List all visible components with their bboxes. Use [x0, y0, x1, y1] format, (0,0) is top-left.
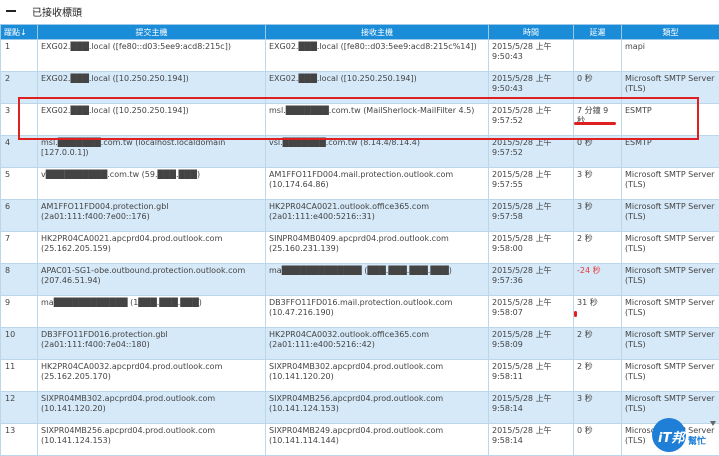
annotation-underline	[574, 122, 616, 125]
submitting-host-cell: AM1FFO11FD004.protection.gbl (2a01:111:f…	[38, 200, 266, 232]
time-cell: 2015/5/28 上午 9:50:43	[489, 40, 574, 72]
receiving-host-cell: HK2PR04CA0032.outlook.office365.com (2a0…	[266, 328, 489, 360]
submitting-host-cell: EXG02.███.local ([fe80::d03:5ee9:acd8:21…	[38, 40, 266, 72]
submitting-host-cell: DB3FFO11FD016.protection.gbl (2a01:111:f…	[38, 328, 266, 360]
table-row[interactable]: 9ma████████████ (1███.███.███)DB3FFO11FD…	[1, 296, 719, 328]
receiving-host-cell: HK2PR04CA0021.outlook.office365.com (2a0…	[266, 200, 489, 232]
type-cell: Microsoft SMTP Server (TLS)	[622, 200, 719, 232]
watermark-sub-text: 幫忙	[688, 434, 706, 447]
time-cell: 2015/5/28 上午 9:58:09	[489, 328, 574, 360]
delay-cell: 2 秒	[574, 360, 622, 392]
submitting-host-cell: HK2PR04CA0021.apcprd04.prod.outlook.com …	[38, 232, 266, 264]
hop-cell: 6	[1, 200, 38, 232]
time-cell: 2015/5/28 上午 9:58:11	[489, 360, 574, 392]
table-row[interactable]: 12SIXPR04MB302.apcprd04.prod.outlook.com…	[1, 392, 719, 424]
submitting-host-cell: HK2PR04CA0032.apcprd04.prod.outlook.com …	[38, 360, 266, 392]
time-cell: 2015/5/28 上午 9:57:55	[489, 168, 574, 200]
delay-cell: 0 秒	[574, 136, 622, 168]
column-header-hop[interactable]: 躍點↓	[1, 25, 38, 40]
hop-cell: 4	[1, 136, 38, 168]
delay-cell: 31 秒	[574, 296, 622, 328]
time-cell: 2015/5/28 上午 9:58:14	[489, 392, 574, 424]
submitting-host-cell: SIXPR04MB302.apcprd04.prod.outlook.com (…	[38, 392, 266, 424]
hop-cell: 7	[1, 232, 38, 264]
section-title: 已接收標頭	[32, 4, 82, 19]
delay-cell	[574, 40, 622, 72]
table-row[interactable]: 1EXG02.███.local ([fe80::d03:5ee9:acd8:2…	[1, 40, 719, 72]
submitting-host-cell: msl.███████.com.tw (localhost.localdomai…	[38, 136, 266, 168]
time-cell: 2015/5/28 上午 9:58:07	[489, 296, 574, 328]
hop-cell: 9	[1, 296, 38, 328]
hop-cell: 5	[1, 168, 38, 200]
submitting-host-cell: APAC01-SG1-obe.outbound.protection.outlo…	[38, 264, 266, 296]
receiving-host-cell: SINPR04MB0409.apcprd04.prod.outlook.com …	[266, 232, 489, 264]
hop-cell: 11	[1, 360, 38, 392]
receiving-host-cell: SIXPR04MB256.apcprd04.prod.outlook.com (…	[266, 392, 489, 424]
annotation-highlight-box	[18, 97, 699, 140]
delay-cell: 0 秒	[574, 424, 622, 456]
receiving-host-cell: ma█████████████ (███.███.███.███)	[266, 264, 489, 296]
table-row[interactable]: 4msl.███████.com.tw (localhost.localdoma…	[1, 136, 719, 168]
hop-cell: 8	[1, 264, 38, 296]
column-header-delay[interactable]: 延遲	[574, 25, 622, 40]
watermark-logo-text: iT邦	[658, 427, 684, 446]
table-row[interactable]: 11HK2PR04CA0032.apcprd04.prod.outlook.co…	[1, 360, 719, 392]
table-header-row: 躍點↓ 提交主機 接收主機 時間 延遲 類型	[1, 25, 719, 40]
receiving-host-cell: DB3FFO11FD016.mail.protection.outlook.co…	[266, 296, 489, 328]
receiving-host-cell: SIXPR04MB249.apcprd04.prod.outlook.com (…	[266, 424, 489, 456]
table-row[interactable]: 10DB3FFO11FD016.protection.gbl (2a01:111…	[1, 328, 719, 360]
receiving-host-cell: vsl.███████.com.tw (8.14.4/8.14.4)	[266, 136, 489, 168]
received-headers-table: 躍點↓ 提交主機 接收主機 時間 延遲 類型 1EXG02.███.local …	[0, 24, 719, 456]
collapse-minus-icon[interactable]	[6, 10, 20, 12]
watermark-logo: iT邦 幫忙	[652, 418, 718, 452]
delay-cell: 3 秒	[574, 168, 622, 200]
delay-cell: 3 秒	[574, 392, 622, 424]
hop-cell: 10	[1, 328, 38, 360]
hop-cell: 13	[1, 424, 38, 456]
type-cell: ESMTP	[622, 136, 719, 168]
receiving-host-cell: AM1FFO11FD004.mail.protection.outlook.co…	[266, 168, 489, 200]
submitting-host-cell: SIXPR04MB256.apcprd04.prod.outlook.com (…	[38, 424, 266, 456]
type-cell: Microsoft SMTP Server (TLS)	[622, 328, 719, 360]
time-cell: 2015/5/28 上午 9:57:36	[489, 264, 574, 296]
table-row[interactable]: 5v██████████.com.tw (59.███.███)AM1FFO11…	[1, 168, 719, 200]
table-row[interactable]: 13SIXPR04MB256.apcprd04.prod.outlook.com…	[1, 424, 719, 456]
table-row[interactable]: 6AM1FFO11FD004.protection.gbl (2a01:111:…	[1, 200, 719, 232]
time-cell: 2015/5/28 上午 9:58:00	[489, 232, 574, 264]
receiving-host-cell: EXG02.███.local ([fe80::d03:5ee9:acd8:21…	[266, 40, 489, 72]
hop-cell: 1	[1, 40, 38, 72]
delay-cell: 2 秒	[574, 328, 622, 360]
delay-cell: 2 秒	[574, 232, 622, 264]
column-header-submitting-host[interactable]: 提交主機	[38, 25, 266, 40]
submitting-host-cell: ma████████████ (1███.███.███)	[38, 296, 266, 328]
delay-cell: -24 秒	[574, 264, 622, 296]
column-header-time[interactable]: 時間	[489, 25, 574, 40]
table-row[interactable]: 8APAC01-SG1-obe.outbound.protection.outl…	[1, 264, 719, 296]
column-header-receiving-host[interactable]: 接收主機	[266, 25, 489, 40]
time-cell: 2015/5/28 上午 9:58:14	[489, 424, 574, 456]
column-header-type[interactable]: 類型	[622, 25, 719, 40]
type-cell: Microsoft SMTP Server (TLS)	[622, 360, 719, 392]
type-cell: Microsoft SMTP Server (TLS)	[622, 232, 719, 264]
delay-cell: 3 秒	[574, 200, 622, 232]
type-cell: Microsoft SMTP Server (TLS)	[622, 168, 719, 200]
time-cell: 2015/5/28 上午 9:57:58	[489, 200, 574, 232]
submitting-host-cell: v██████████.com.tw (59.███.███)	[38, 168, 266, 200]
type-cell: Microsoft SMTP Server (TLS)	[622, 264, 719, 296]
type-cell: Microsoft SMTP Server (TLS)	[622, 296, 719, 328]
time-cell: 2015/5/28 上午 9:57:52	[489, 136, 574, 168]
hop-cell: 12	[1, 392, 38, 424]
receiving-host-cell: SIXPR04MB302.apcprd04.prod.outlook.com (…	[266, 360, 489, 392]
type-cell: mapi	[622, 40, 719, 72]
annotation-mark	[574, 311, 577, 317]
table-row[interactable]: 7HK2PR04CA0021.apcprd04.prod.outlook.com…	[1, 232, 719, 264]
section-header[interactable]: 已接收標頭	[0, 0, 719, 22]
